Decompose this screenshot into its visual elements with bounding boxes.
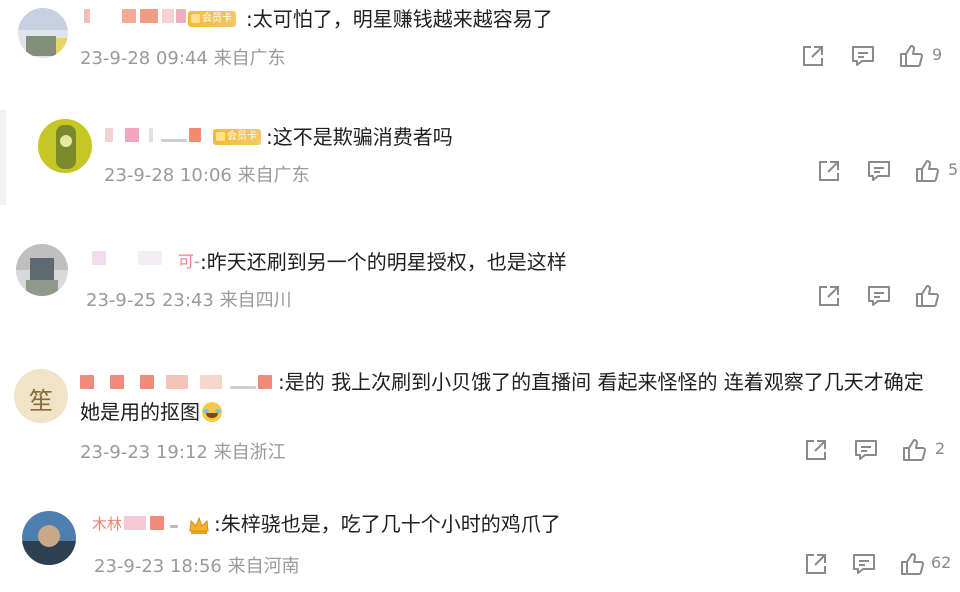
member-badge: 会员卡 — [213, 129, 261, 145]
avatar[interactable]: 笙 — [14, 369, 68, 423]
comment-actions: 9 — [800, 43, 960, 69]
comment-item: 笙 :是的 我上次刷到小贝饿了的直播间 看起来怪怪的 连着观察了几天才确定 她是… — [0, 355, 960, 475]
comment-icon[interactable] — [853, 437, 879, 463]
comment-actions — [816, 283, 960, 309]
comment-item: 木林 :朱梓骁也是，吃了几十个小时的鸡爪了 23-9-23 18:56 来自河南… — [0, 495, 960, 592]
comment-timestamp: 23-9-23 18:56 来自河南 — [94, 556, 300, 577]
like-count: 9 — [932, 45, 943, 64]
avatar-label: 笙 — [29, 387, 53, 415]
username[interactable] — [88, 248, 188, 268]
share-icon[interactable] — [800, 43, 826, 69]
comment-timestamp: 23-9-23 19:12 来自浙江 — [80, 442, 286, 463]
comment-icon[interactable] — [850, 43, 876, 69]
crown-icon — [188, 515, 210, 535]
comment-item: 会员卡 :这不是欺骗消费者吗 23-9-28 10:06 来自广东 5 — [0, 105, 960, 210]
comment-icon[interactable] — [866, 283, 892, 309]
avatar[interactable] — [16, 244, 68, 296]
comment-actions: 62 — [803, 551, 960, 577]
comment-text: :太可怕了，明星赚钱越来越容易了 — [246, 7, 553, 31]
username[interactable] — [105, 125, 215, 145]
thumbs-up-icon[interactable] — [914, 158, 940, 184]
comment-actions: 2 — [803, 437, 960, 463]
username[interactable]: 木林 — [92, 513, 182, 533]
comment-icon[interactable] — [851, 551, 877, 577]
thumbs-up-icon[interactable] — [914, 283, 940, 309]
comment-icon[interactable] — [866, 158, 892, 184]
avatar[interactable] — [18, 8, 68, 58]
comment-text: :朱梓骁也是，吃了几十个小时的鸡爪了 — [214, 512, 561, 536]
share-icon[interactable] — [803, 551, 829, 577]
comment-text: :是的 我上次刷到小贝饿了的直播间 看起来怪怪的 连着观察了几天才确定 — [278, 370, 924, 394]
comment-actions: 5 — [816, 158, 960, 184]
share-icon[interactable] — [816, 158, 842, 184]
like-count: 5 — [948, 160, 959, 179]
like-count: 62 — [931, 553, 952, 572]
share-icon[interactable] — [803, 437, 829, 463]
comment-text-continuation: 她是用的抠图 — [80, 400, 200, 424]
like-count: 2 — [935, 439, 946, 458]
share-icon[interactable] — [816, 283, 842, 309]
avatar[interactable] — [22, 511, 76, 565]
comment-item: 会员卡 :太可怕了，明星赚钱越来越容易了 23-9-28 09:44 来自广东 … — [0, 0, 960, 100]
thumbs-up-icon[interactable] — [898, 43, 924, 69]
comment-text-prefix: 可- — [178, 252, 200, 271]
comment-text-line2: 她是用的抠图 — [80, 397, 222, 427]
comment-timestamp: 23-9-28 09:44 来自广东 — [80, 48, 286, 69]
comment-text: :昨天还刷到另一个的明星授权，也是这样 — [200, 250, 567, 274]
comment-text: :这不是欺骗消费者吗 — [266, 125, 453, 149]
thumbs-up-icon[interactable] — [901, 437, 927, 463]
username[interactable] — [80, 372, 276, 392]
comment-item: 可- :昨天还刷到另一个的明星授权，也是这样 23-9-25 23:43 来自四… — [0, 230, 960, 335]
member-badge: 会员卡 — [188, 11, 236, 27]
comment-timestamp: 23-9-28 10:06 来自广东 — [104, 165, 310, 186]
username-visible-part: 木林 — [92, 515, 123, 533]
comment-timestamp: 23-9-25 23:43 来自四川 — [86, 290, 292, 311]
thumbs-up-icon[interactable] — [899, 551, 925, 577]
avatar[interactable] — [38, 119, 92, 173]
laughing-emoji-icon — [202, 402, 222, 422]
